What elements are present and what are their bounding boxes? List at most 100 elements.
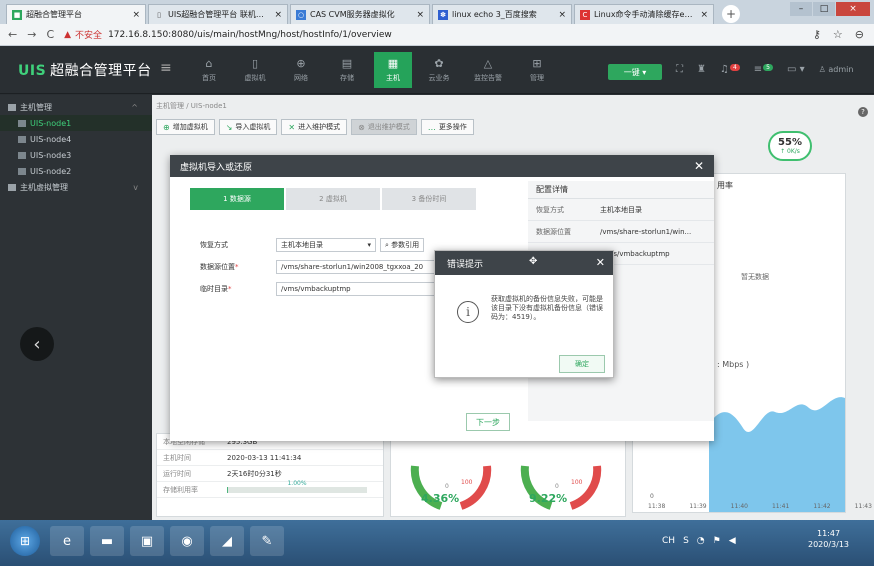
- minimize-icon[interactable]: –: [790, 2, 812, 16]
- antivirus-icon[interactable]: S: [683, 536, 689, 546]
- sidebar-item-node2[interactable]: UIS-node2: [0, 163, 152, 179]
- sidebar-group-virtual[interactable]: 主机虚拟管理 v: [0, 179, 152, 195]
- start-button[interactable]: ⊞: [10, 526, 40, 556]
- exit-maintenance-button[interactable]: ⊗ 退出维护模式: [351, 119, 417, 135]
- fullscreen-icon[interactable]: ⛶: [676, 64, 683, 75]
- button-label: 进入维护模式: [298, 123, 341, 131]
- nav-home[interactable]: ⌂ 首页: [190, 52, 228, 88]
- app-header: UIS 超融合管理平台 ≡ ⌂ 首页 ▯ 虚拟机 ⊕ 网络 ▤ 存储 ▦ 主机 ✿ 云业务 △…: [0, 46, 874, 94]
- ime-icon[interactable]: CH: [662, 536, 675, 546]
- ok-button[interactable]: 确定: [559, 355, 605, 373]
- throughput-area: [709, 397, 845, 512]
- sidebar-item-node3[interactable]: UIS-node3: [0, 147, 152, 163]
- insecure-label[interactable]: 不安全: [75, 28, 102, 41]
- close-icon[interactable]: ×: [700, 10, 708, 20]
- info-value: 2天16时0分31秒: [227, 469, 282, 478]
- next-button[interactable]: 下一步: [466, 413, 510, 431]
- close-icon[interactable]: ×: [132, 10, 140, 20]
- browser-tab-5[interactable]: C Linux命令手动清除缓存echo 3 ×: [574, 4, 714, 24]
- key-icon[interactable]: ⚷: [813, 28, 821, 41]
- sidebar-item-node4[interactable]: UIS-node4: [0, 131, 152, 147]
- quick-action-button[interactable]: 一键 ▾: [608, 64, 662, 80]
- chevron-left-icon[interactable]: ‹: [20, 327, 54, 361]
- forward-icon[interactable]: →: [27, 28, 36, 41]
- sidebar-group-host[interactable]: 主机管理 ^: [0, 99, 152, 115]
- server-icon: [18, 119, 26, 127]
- sidebar-item-node1[interactable]: UIS-node1: [0, 115, 152, 131]
- account-icon[interactable]: ⊖: [855, 28, 864, 41]
- close-icon[interactable]: ×: [274, 10, 282, 20]
- help-icon[interactable]: ?: [858, 107, 868, 117]
- reload-icon[interactable]: C: [46, 28, 54, 41]
- window-controls: – □ ×: [789, 2, 870, 16]
- page-icon: ▯: [157, 10, 161, 19]
- nav-vm[interactable]: ▯ 虚拟机: [236, 52, 274, 88]
- close-icon[interactable]: ×: [416, 10, 424, 20]
- media-icon[interactable]: ◢: [210, 526, 244, 556]
- nav-manage[interactable]: ⊞ 管理: [518, 52, 556, 88]
- sidebar-label: UIS-node1: [30, 118, 72, 128]
- clock[interactable]: 11:47 2020/3/13: [808, 528, 849, 550]
- param-ref-button[interactable]: ⌕ 参数引用: [380, 238, 425, 252]
- close-icon[interactable]: ✕: [596, 256, 605, 269]
- c-icon: C: [580, 9, 590, 20]
- step-vm[interactable]: 2 虚拟机: [286, 188, 380, 210]
- new-tab-button[interactable]: +: [722, 5, 740, 23]
- star-icon[interactable]: ☆: [833, 28, 843, 41]
- close-icon[interactable]: ✕: [694, 159, 704, 173]
- x-tick: 11:41: [771, 503, 790, 510]
- step-datasource[interactable]: 1 数据源: [190, 188, 284, 210]
- browser-tab-2[interactable]: ▯ UIS超融合管理平台 联机帮助 ×: [148, 4, 288, 24]
- back-icon[interactable]: ←: [8, 28, 17, 41]
- ie-icon[interactable]: e: [50, 526, 84, 556]
- more-actions-button[interactable]: … 更多操作: [420, 119, 474, 135]
- add-vm-button[interactable]: ⊕ 增加虚拟机: [156, 119, 215, 135]
- import-vm-button[interactable]: ↘ 导入虚拟机: [218, 119, 278, 135]
- host-group-icon: [8, 103, 16, 111]
- window-close-icon[interactable]: ×: [836, 2, 870, 16]
- step-backup-time[interactable]: 3 备份时间: [382, 188, 476, 210]
- brand-logo: UIS: [18, 63, 47, 79]
- folder-icon[interactable]: ▬: [90, 526, 124, 556]
- browser-tab-1[interactable]: ■ 超融合管理平台 ×: [6, 4, 146, 24]
- nav-storage[interactable]: ▤ 存储: [328, 52, 366, 88]
- network-tray-icon[interactable]: ◔: [697, 536, 705, 546]
- sidebar-label: 主机管理: [20, 102, 52, 112]
- move-icon[interactable]: ✥: [529, 256, 537, 267]
- more-icon: …: [427, 122, 436, 132]
- message-icon[interactable]: ≡ 5: [754, 64, 773, 75]
- x-axis: 11:38 11:39 11:40 11:41 11:42 11:43: [648, 503, 872, 510]
- browser-tab-4[interactable]: ✽ linux echo 3_百度搜索 ×: [432, 4, 572, 24]
- sidebar: 主机管理 ^ UIS-node1 UIS-node4 UIS-node3 UIS-…: [0, 95, 152, 520]
- maximize-icon[interactable]: □: [813, 2, 835, 16]
- enter-maintenance-button[interactable]: ✕ 进入维护模式: [281, 119, 348, 135]
- cas-icon: ○: [296, 9, 306, 20]
- tool-icon[interactable]: ✎: [250, 526, 284, 556]
- nav-alarm[interactable]: △ 监控告警: [466, 52, 510, 88]
- url-input[interactable]: 172.16.8.150:8080/uis/main/hostMng/host/…: [108, 30, 392, 40]
- user-icon: ♙: [818, 65, 826, 74]
- nav-label: 首页: [202, 74, 216, 82]
- nav-host[interactable]: ▦ 主机: [374, 52, 412, 88]
- bell-icon[interactable]: ♫ 4: [720, 64, 740, 75]
- temp-dir-input[interactable]: /vms/vmbackuptmp: [276, 282, 436, 296]
- nav-network[interactable]: ⊕ 网络: [282, 52, 320, 88]
- tab-label: UIS超融合管理平台 联机帮助: [168, 10, 271, 19]
- app-icon[interactable]: ▣: [130, 526, 164, 556]
- chrome-icon[interactable]: ◉: [170, 526, 204, 556]
- screen-icon[interactable]: ▭ ▾: [787, 64, 805, 75]
- close-icon[interactable]: ×: [558, 10, 566, 20]
- nav-cloud[interactable]: ✿ 云业务: [420, 52, 458, 88]
- shirt-icon[interactable]: ♜: [697, 64, 706, 75]
- uis-icon: ■: [12, 9, 22, 20]
- user-menu[interactable]: ♙ admin: [819, 65, 854, 74]
- restore-mode-select[interactable]: 主机本地目录 ▾: [276, 238, 376, 252]
- source-location-input[interactable]: /vms/share-storlun1/win2008_tgxxoa_20: [276, 260, 436, 274]
- menu-icon[interactable]: ≡: [160, 60, 172, 76]
- config-key: 恢复方式: [536, 205, 564, 214]
- volume-icon[interactable]: ◀: [729, 536, 736, 546]
- browser-tab-3[interactable]: ○ CAS CVM服务器虚拟化 ×: [290, 4, 430, 24]
- flag-icon[interactable]: ⚑: [713, 536, 721, 546]
- config-title: 配置详情: [528, 181, 714, 199]
- dialog-title: 虚拟机导入或还原: [170, 155, 714, 177]
